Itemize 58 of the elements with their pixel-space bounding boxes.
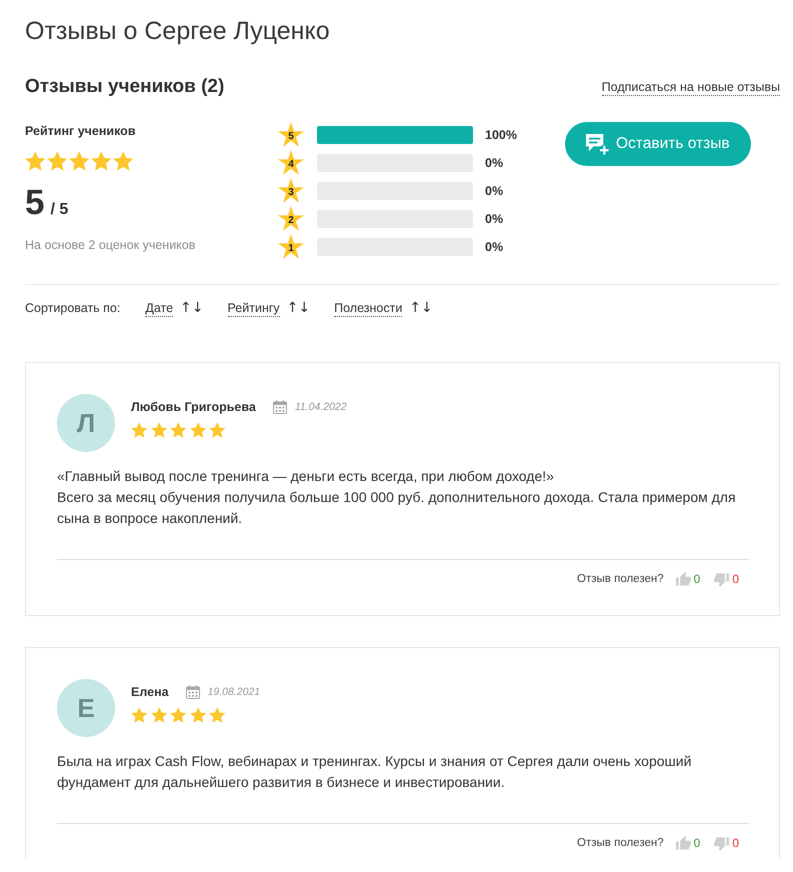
rating-percent: 0% (485, 156, 504, 170)
rating-basis: На основе 2 оценок учеников (25, 237, 196, 253)
rating-percent: 0% (485, 240, 504, 254)
star-icon (190, 422, 206, 438)
star-icon (131, 707, 148, 723)
star-icon (113, 151, 134, 171)
sort-option[interactable]: Полезности ↑↓ (334, 300, 433, 316)
star-label: 2 (278, 206, 304, 232)
star-icon (209, 707, 226, 723)
star-icon (47, 151, 68, 171)
rating-max: / 5 (50, 201, 68, 219)
helpful-question: Отзыв полезен? (577, 573, 664, 585)
star-icon (91, 151, 112, 171)
review-text: Всего за месяц обучения получила больше 100 000 руб. дополнительного дохода. Стала примером для сына в вопросе накоплений. (57, 488, 737, 528)
star-label: 4 (278, 150, 304, 176)
calendar-icon (272, 400, 287, 414)
sort-option[interactable]: Дате ↑↓ (145, 300, 204, 316)
sort-label: Сортировать по: (25, 301, 120, 315)
star-icon (209, 422, 226, 438)
star-icon (150, 707, 167, 723)
comment-plus-icon (585, 132, 610, 156)
reviewer-name: Елена (131, 685, 169, 699)
page-title: Отзывы о Сергее Луценко (25, 16, 331, 47)
sort-option[interactable]: Рейтингу ↑↓ (228, 300, 310, 316)
avatar: Л (57, 394, 115, 452)
rating-percent: 0% (485, 212, 504, 226)
star-icon (150, 422, 167, 438)
star-icon (170, 422, 186, 438)
section-title: Отзывы учеников (2) (25, 75, 224, 99)
calendar-icon (186, 685, 200, 699)
dislikes-count: 0 (732, 572, 739, 586)
star-label: 1 (278, 234, 304, 260)
rating-percent: 100% (485, 128, 517, 142)
star-icon (25, 151, 46, 171)
review-text: Была на играх Cash Flow, вебинарах и тренингах. Курсы и знания от Сергея дали очень хороший фундамент для дальнейшего развития в бизнесе и инвестировании. (57, 752, 692, 792)
dislikes-count: 0 (732, 836, 739, 850)
rating-percent: 0% (485, 184, 504, 198)
reviewer-name: Любовь Григорьева (131, 400, 256, 414)
thumbs-down-icon[interactable] (714, 572, 730, 586)
likes-count: 0 (694, 836, 700, 850)
thumbs-down-icon[interactable] (714, 836, 730, 850)
review-text: «Главный вывод после тренинга — деньги есть всегда, при любом доходе!» (57, 467, 555, 486)
star-label: 3 (278, 178, 304, 204)
avatar: Е (57, 679, 115, 737)
rating-score: 5 (25, 183, 44, 223)
star-icon (69, 151, 90, 171)
star-icon (190, 707, 206, 723)
star-icon (170, 707, 186, 723)
likes-count: 0 (694, 572, 700, 586)
helpful-question: Отзыв полезен? (577, 837, 664, 849)
review-date: 11.04.2022 (294, 401, 347, 413)
star-icon (131, 422, 148, 438)
subscribe-link[interactable]: Подписаться на новые отзывы (602, 78, 780, 96)
review-date: 19.08.2021 (208, 686, 260, 698)
thumbs-up-icon[interactable] (676, 836, 691, 850)
star-label: 5 (278, 122, 304, 148)
rating-label: Рейтинг учеников (25, 123, 137, 139)
thumbs-up-icon[interactable] (676, 572, 691, 586)
